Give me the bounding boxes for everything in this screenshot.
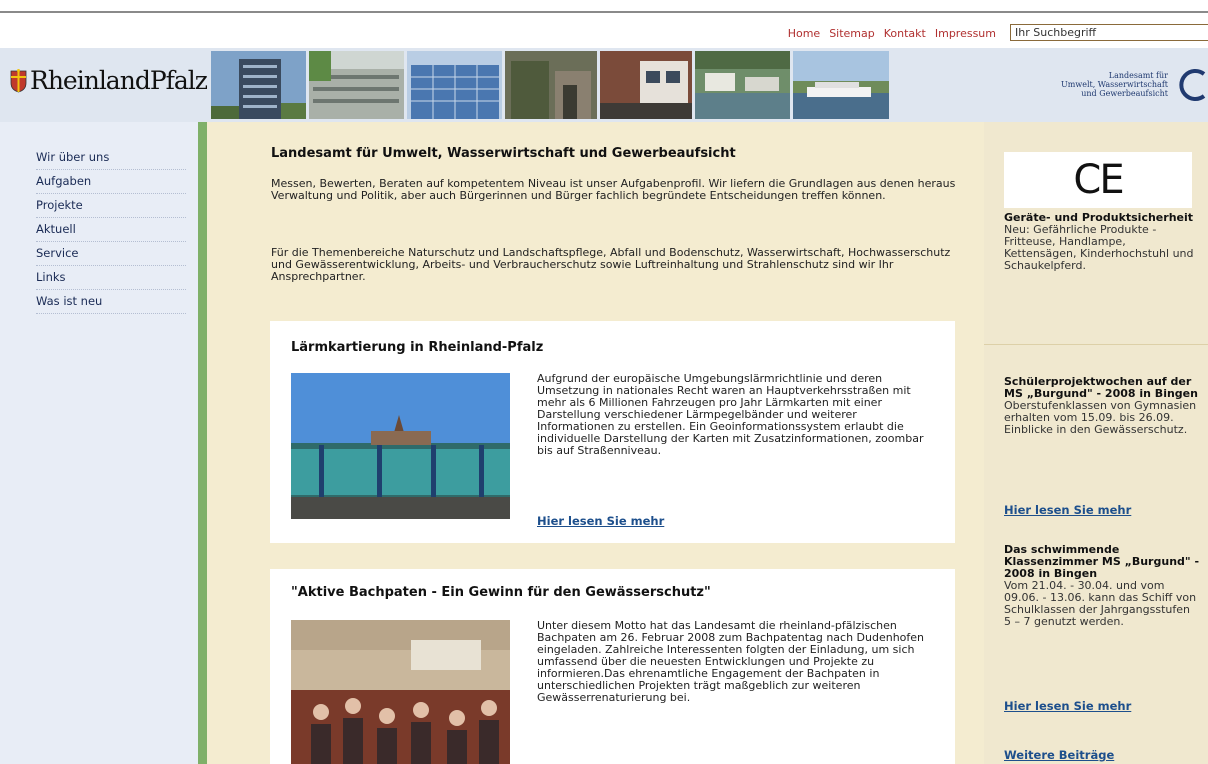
nav-item-aufgaben[interactable]: Aufgaben: [36, 170, 186, 194]
news-schuelerprojektwochen: Schülerprojektwochen auf der MS „Burgund…: [1004, 376, 1200, 436]
header-photo-strip: [211, 51, 889, 119]
ce-mark-box[interactable]: CE: [1004, 152, 1192, 208]
photo-ship-on-river: [793, 51, 889, 119]
article-image-audience[interactable]: [291, 620, 510, 764]
topnav-impressum[interactable]: Impressum: [935, 27, 996, 40]
article-text: Aufgrund der europäische Umgebungslärmri…: [537, 372, 924, 457]
read-more-link[interactable]: Hier lesen Sie mehr: [1004, 699, 1131, 713]
top-navigation: Home Sitemap Kontakt Impressum: [788, 27, 996, 40]
intro-paragraph-1: Messen, Bewerten, Beraten auf kompetente…: [271, 177, 956, 202]
news-text: Vom 21.04. - 30.04. und vom 09.06. - 13.…: [1004, 579, 1197, 628]
photo-brick-building: [600, 51, 692, 119]
agency-logo-icon: [1179, 69, 1206, 101]
top-divider: [0, 11, 1208, 13]
nav-item-projekte[interactable]: Projekte: [36, 194, 186, 218]
nav-item-service[interactable]: Service: [36, 242, 186, 266]
topnav-kontakt[interactable]: Kontakt: [884, 27, 926, 40]
sidebar-divider: [984, 344, 1208, 345]
rlp-logo[interactable]: RheinlandPfalz: [10, 66, 208, 95]
header-banner: RheinlandPfalz Landesamt für Umwelt, Was…: [0, 48, 1208, 122]
photo-building-balconies: [309, 51, 404, 119]
main-content: Landesamt für Umwelt, Wasserwirtschaft u…: [207, 122, 984, 764]
news-title: Das schwimmende Klassenzimmer MS „Burgun…: [1004, 543, 1200, 580]
photo-courtyard: [505, 51, 597, 119]
right-sidebar: CE Geräte- und Produktsicherheit Neu: Ge…: [984, 122, 1208, 764]
read-more-link[interactable]: Hier lesen Sie mehr: [537, 514, 664, 528]
nav-item-links[interactable]: Links: [36, 266, 186, 290]
crest-icon: [10, 68, 27, 92]
article-image-noise-barrier[interactable]: [291, 373, 510, 519]
news-schwimmendes-klassenzimmer: Das schwimmende Klassenzimmer MS „Burgun…: [1004, 544, 1200, 628]
photo-glass-facade: [407, 51, 502, 119]
intro-paragraph-2: Für die Themenbereiche Naturschutz und L…: [271, 246, 951, 283]
article-card-laermkartierung: Lärmkartierung in Rheinland-Pfalz Aufgru…: [270, 321, 955, 543]
topnav-home[interactable]: Home: [788, 27, 820, 40]
page-title: Landesamt für Umwelt, Wasserwirtschaft u…: [271, 146, 736, 161]
news-text: Neu: Gefährliche Produkte - Fritteuse, H…: [1004, 223, 1194, 272]
nav-item-wir-ueber-uns[interactable]: Wir über uns: [36, 146, 186, 170]
topnav-sitemap[interactable]: Sitemap: [829, 27, 875, 40]
more-posts-link[interactable]: Weitere Beiträge: [1004, 748, 1114, 762]
read-more-link[interactable]: Hier lesen Sie mehr: [1004, 503, 1131, 517]
nav-item-was-ist-neu[interactable]: Was ist neu: [36, 290, 186, 314]
left-navigation: Wir über uns Aufgaben Projekte Aktuell S…: [0, 122, 198, 764]
nav-item-aktuell[interactable]: Aktuell: [36, 218, 186, 242]
news-text: Oberstufenklassen von Gymnasien erhalten…: [1004, 399, 1197, 436]
photo-office-tower: [211, 51, 306, 119]
logo-text: RheinlandPfalz: [30, 66, 208, 95]
search-input[interactable]: [1010, 24, 1208, 41]
ce-mark-icon: CE: [1073, 157, 1124, 203]
article-title: Lärmkartierung in Rheinland-Pfalz: [291, 340, 544, 355]
photo-river-houses: [695, 51, 790, 119]
news-geraetesicherheit: Geräte- und Produktsicherheit Neu: Gefäh…: [1004, 212, 1200, 272]
agency-name: Landesamt für Umwelt, Wasserwirtschaft u…: [1061, 71, 1168, 98]
article-title: "Aktive Bachpaten - Ein Gewinn für den G…: [291, 585, 711, 600]
article-text: Unter diesem Motto hat das Landesamt die…: [537, 619, 925, 704]
news-title: Schülerprojektwochen auf der MS „Burgund…: [1004, 375, 1198, 400]
accent-bar: [198, 122, 207, 764]
article-card-bachpaten: "Aktive Bachpaten - Ein Gewinn für den G…: [270, 569, 955, 764]
